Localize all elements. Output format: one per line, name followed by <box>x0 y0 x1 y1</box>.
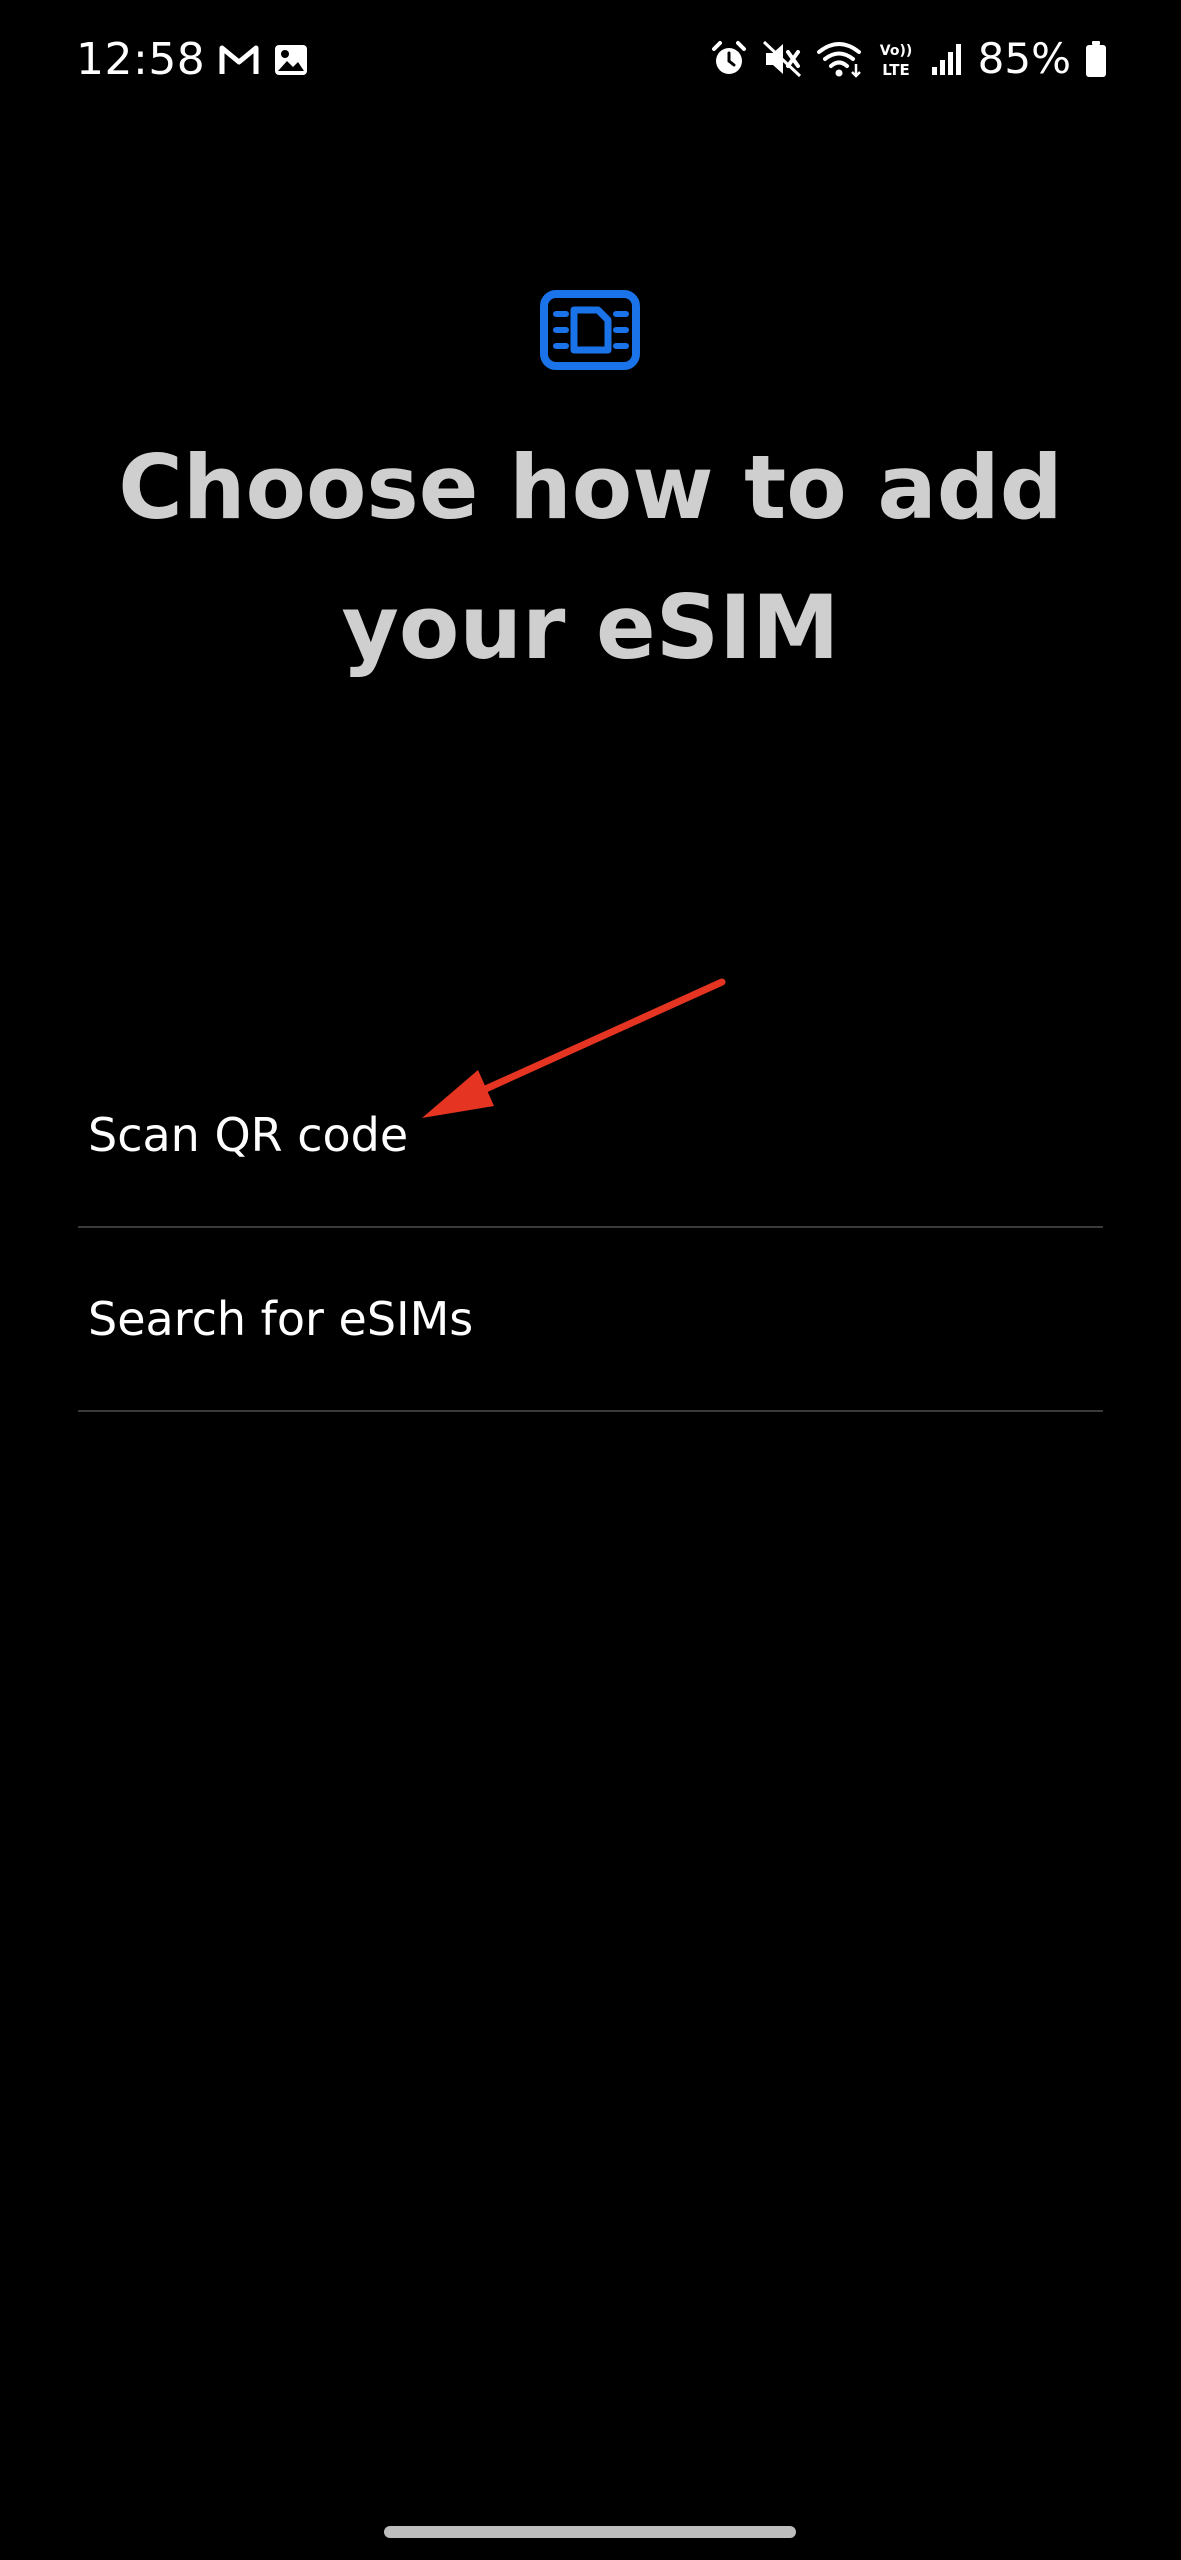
annotation-arrow <box>422 978 726 1118</box>
navigation-handle[interactable] <box>384 2526 796 2538</box>
option-search-for-esims[interactable]: Search for eSIMs <box>78 1228 1103 1412</box>
